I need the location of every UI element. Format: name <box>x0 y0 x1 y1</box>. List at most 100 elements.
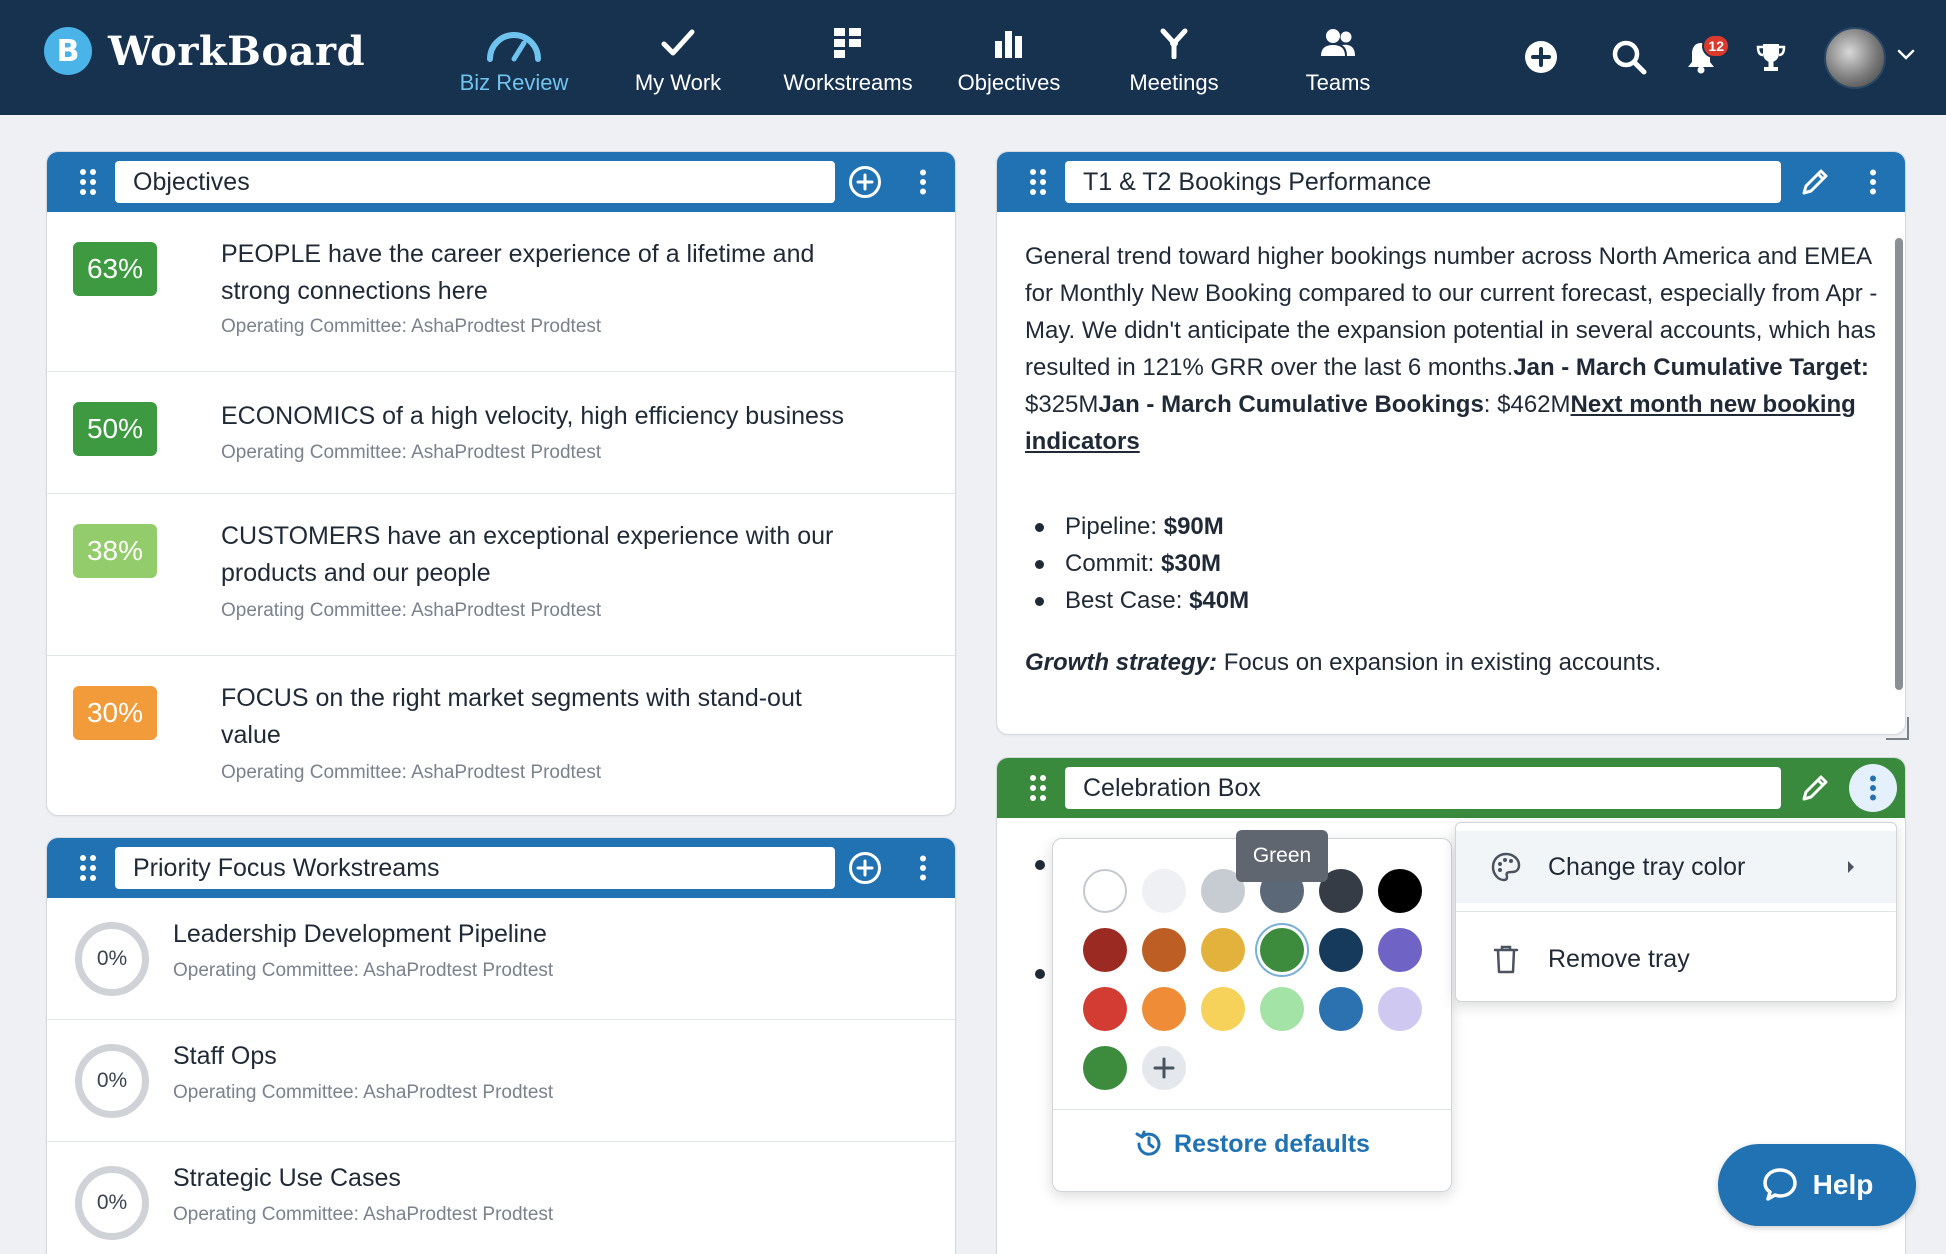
remove-tray-item[interactable]: Remove tray <box>1456 923 1896 995</box>
color-swatch[interactable] <box>1319 928 1363 972</box>
help-button[interactable]: Help <box>1718 1144 1916 1226</box>
color-swatch-custom[interactable] <box>1083 1046 1127 1090</box>
workstream-title[interactable]: Leadership Development Pipeline <box>173 920 547 949</box>
add-circle-icon[interactable] <box>847 850 883 886</box>
color-swatch[interactable] <box>1142 869 1186 913</box>
workstream-owner: Operating Committee: AshaProdtest Prodte… <box>173 1082 554 1103</box>
teams-icon <box>1320 22 1356 64</box>
objective-owner: Operating Committee: AshaProdtest Prodte… <box>221 316 602 337</box>
nav-objectives[interactable]: Objectives <box>950 16 1068 96</box>
color-swatch[interactable] <box>1378 928 1422 972</box>
scrollbar[interactable] <box>1895 238 1903 690</box>
workstream-title[interactable]: Strategic Use Cases <box>173 1164 401 1193</box>
color-swatch-white[interactable] <box>1083 869 1127 913</box>
nav-workstreams[interactable]: Workstreams <box>776 16 920 96</box>
nav-teams[interactable]: Teams <box>1298 16 1378 96</box>
progress-ring: 0% <box>75 1166 149 1240</box>
drag-handle-icon[interactable] <box>1021 774 1055 802</box>
objective-row[interactable]: 50% ECONOMICS of a high velocity, high e… <box>47 372 955 494</box>
color-swatch[interactable] <box>1201 928 1245 972</box>
workstream-row[interactable]: 0% Staff Ops Operating Committee: AshaPr… <box>47 1020 955 1142</box>
pencil-edit-icon[interactable] <box>1797 164 1833 200</box>
palette-icon <box>1486 851 1526 883</box>
add-custom-color-button[interactable] <box>1142 1046 1186 1090</box>
menu-item-label: Change tray color <box>1548 852 1746 881</box>
progress-badge: 63% <box>73 242 157 296</box>
more-vertical-icon[interactable] <box>905 850 941 886</box>
color-swatch[interactable] <box>1083 987 1127 1031</box>
bookings-summary-text: General trend toward higher bookings num… <box>1025 238 1885 460</box>
objective-title[interactable]: CUSTOMERS have an exceptional experience… <box>221 518 861 592</box>
color-swatch[interactable] <box>1201 987 1245 1031</box>
help-label: Help <box>1812 1169 1874 1200</box>
progress-badge: 30% <box>73 686 157 740</box>
priority-workstreams-tray: Priority Focus Workstreams 0% Leadership… <box>46 837 956 1254</box>
tray-options-menu: Change tray color Remove tray <box>1455 822 1897 1002</box>
user-avatar[interactable] <box>1824 27 1886 89</box>
nav-biz-review[interactable]: Biz Review <box>456 16 572 96</box>
objective-row[interactable]: 63% PEOPLE have the career experience of… <box>47 212 955 372</box>
nav-label: Biz Review <box>459 70 569 95</box>
tray-title[interactable]: Celebration Box <box>1065 767 1781 809</box>
resize-handle-icon[interactable] <box>1884 715 1910 741</box>
pencil-edit-icon[interactable] <box>1797 770 1833 806</box>
workstream-title[interactable]: Staff Ops <box>173 1042 277 1071</box>
tray-title[interactable]: Objectives <box>115 161 835 203</box>
change-tray-color-item[interactable]: Change tray color <box>1456 831 1896 903</box>
color-swatch[interactable] <box>1319 987 1363 1031</box>
color-swatch-green-selected[interactable] <box>1260 928 1304 972</box>
nav-label: Teams <box>1305 70 1371 95</box>
add-circle-icon[interactable] <box>847 164 883 200</box>
drag-handle-icon[interactable] <box>71 168 105 196</box>
nav-my-work[interactable]: My Work <box>628 16 728 96</box>
more-vertical-icon[interactable] <box>1855 164 1891 200</box>
nav-meetings[interactable]: Meetings <box>1120 16 1228 96</box>
progress-badge: 50% <box>73 402 157 456</box>
objective-title[interactable]: FOCUS on the right market segments with … <box>221 680 861 754</box>
objective-title[interactable]: PEOPLE have the career experience of a l… <box>221 236 861 310</box>
search-icon[interactable] <box>1610 38 1648 76</box>
trash-icon <box>1486 944 1526 974</box>
color-swatch[interactable] <box>1378 987 1422 1031</box>
add-icon[interactable] <box>1522 38 1560 76</box>
nav-label: Workstreams <box>783 70 913 95</box>
workboard-logo-icon: B <box>44 27 92 75</box>
color-swatch[interactable] <box>1260 987 1304 1031</box>
more-vertical-icon[interactable] <box>905 164 941 200</box>
tray-title[interactable]: T1 & T2 Bookings Performance <box>1065 161 1781 203</box>
nav-label: My Work <box>634 70 722 95</box>
trophy-icon[interactable] <box>1752 38 1790 76</box>
history-icon <box>1135 1130 1161 1156</box>
list-item: Commit: $30M <box>1034 545 1249 582</box>
restore-defaults-button[interactable]: Restore defaults <box>1053 1129 1451 1159</box>
objective-row[interactable]: 38% CUSTOMERS have an exceptional experi… <box>47 494 955 656</box>
tray-title[interactable]: Priority Focus Workstreams <box>115 847 835 889</box>
workstream-row[interactable]: 0% Strategic Use Cases Operating Committ… <box>47 1142 955 1254</box>
objective-title[interactable]: ECONOMICS of a high velocity, high effic… <box>221 398 861 435</box>
chevron-down-icon[interactable] <box>1896 48 1916 67</box>
top-navigation: B WorkBoard Biz Review My Work Workstrea… <box>0 0 1946 115</box>
progress-ring: 0% <box>75 922 149 996</box>
notification-count-badge: 12 <box>1702 34 1730 58</box>
workboard-logo[interactable]: B WorkBoard <box>44 27 365 75</box>
more-vertical-icon[interactable] <box>1849 764 1897 812</box>
bar-chart-icon <box>994 22 1024 64</box>
list-item: Pipeline: $90M <box>1034 508 1249 545</box>
objective-row[interactable]: 30% FOCUS on the right market segments w… <box>47 656 955 815</box>
drag-handle-icon[interactable] <box>1021 168 1055 196</box>
drag-handle-icon[interactable] <box>71 854 105 882</box>
color-swatch[interactable] <box>1142 987 1186 1031</box>
color-swatch[interactable] <box>1378 869 1422 913</box>
color-swatch[interactable] <box>1142 928 1186 972</box>
growth-strategy-label: Growth strategy: <box>1025 649 1218 676</box>
plus-icon <box>1153 1057 1175 1079</box>
gauge-icon <box>485 22 543 64</box>
list-bullet <box>1035 860 1045 870</box>
menu-item-label: Remove tray <box>1548 944 1690 973</box>
notifications-bell-icon[interactable]: 12 <box>1682 34 1730 76</box>
divider <box>1456 911 1896 912</box>
workstream-row[interactable]: 0% Leadership Development Pipeline Opera… <box>47 898 955 1020</box>
objective-owner: Operating Committee: AshaProdtest Prodte… <box>221 762 602 783</box>
color-swatch[interactable] <box>1083 928 1127 972</box>
tray-header: Objectives <box>47 152 955 212</box>
